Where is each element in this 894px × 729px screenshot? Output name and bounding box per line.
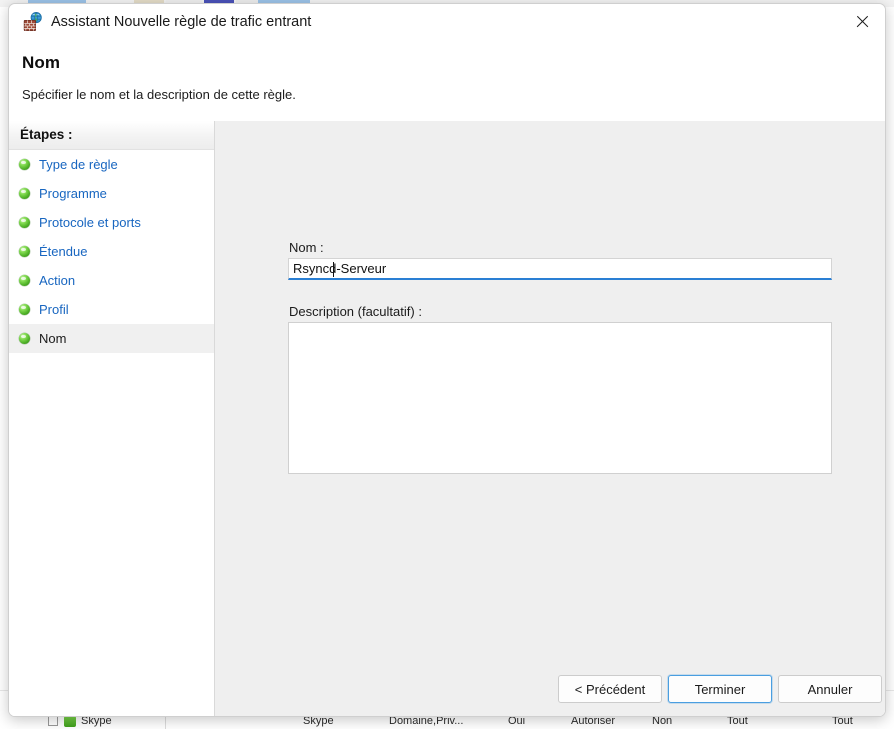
dialog-title-bar: Assistant Nouvelle règle de trafic entra…: [9, 4, 885, 40]
sidebar-item-label: Protocole et ports: [39, 215, 141, 230]
close-glyph: [856, 15, 869, 28]
background-row-icon: [64, 716, 76, 727]
dialog-body: Étapes : Type de règle Programme Protoco…: [9, 121, 885, 716]
step-status-icon: [19, 159, 30, 170]
sidebar-item-label: Type de règle: [39, 157, 118, 172]
step-status-icon: [19, 304, 30, 315]
steps-header: Étapes :: [9, 121, 214, 150]
dialog-title: Assistant Nouvelle règle de trafic entra…: [51, 14, 312, 30]
sidebar-item-protocole-et-ports[interactable]: Protocole et ports: [9, 208, 214, 237]
close-icon[interactable]: [839, 4, 885, 38]
description-field-label: Description (facultatif) :: [289, 304, 422, 319]
dialog-button-row: < Précédent Terminer Annuler: [215, 669, 885, 716]
text-cursor-caret: [333, 262, 334, 277]
finish-button[interactable]: Terminer: [668, 675, 772, 703]
name-input-wrapper[interactable]: [288, 258, 832, 280]
sidebar-item-etendue[interactable]: Étendue: [9, 237, 214, 266]
sidebar-item-profil[interactable]: Profil: [9, 295, 214, 324]
steps-sidebar: Étapes : Type de règle Programme Protoco…: [9, 121, 215, 716]
sidebar-item-action[interactable]: Action: [9, 266, 214, 295]
step-status-icon: [19, 188, 30, 199]
description-input[interactable]: [288, 322, 832, 474]
step-status-icon: [19, 275, 30, 286]
sidebar-item-label: Étendue: [39, 244, 88, 259]
page-subtitle: Spécifier le nom et la description de ce…: [22, 87, 296, 102]
steps-header-label: Étapes :: [20, 127, 73, 142]
sidebar-item-label: Action: [39, 273, 76, 288]
page-title: Nom: [22, 53, 61, 72]
sidebar-item-type-de-regle[interactable]: Type de règle: [9, 150, 214, 179]
sidebar-item-nom[interactable]: Nom: [9, 324, 214, 353]
dialog-header-band: Nom Spécifier le nom et la description d…: [9, 40, 885, 122]
background-row-checkbox: [48, 716, 58, 726]
name-field-label: Nom :: [289, 240, 324, 255]
sidebar-item-programme[interactable]: Programme: [9, 179, 214, 208]
new-inbound-rule-wizard-dialog: Assistant Nouvelle règle de trafic entra…: [8, 3, 886, 717]
content-panel: Nom : Description (facultatif) : < Précé…: [215, 121, 885, 716]
sidebar-item-label: Nom: [39, 331, 67, 346]
previous-button[interactable]: < Précédent: [558, 675, 662, 703]
steps-list: Type de règle Programme Protocole et por…: [9, 150, 214, 353]
sidebar-item-label: Profil: [39, 302, 69, 317]
step-status-icon: [19, 246, 30, 257]
cancel-button[interactable]: Annuler: [778, 675, 882, 703]
step-status-icon: [19, 217, 30, 228]
sidebar-item-label: Programme: [39, 186, 107, 201]
firewall-globe-icon: [23, 12, 43, 32]
step-status-icon: [19, 333, 30, 344]
name-input[interactable]: [289, 259, 831, 278]
